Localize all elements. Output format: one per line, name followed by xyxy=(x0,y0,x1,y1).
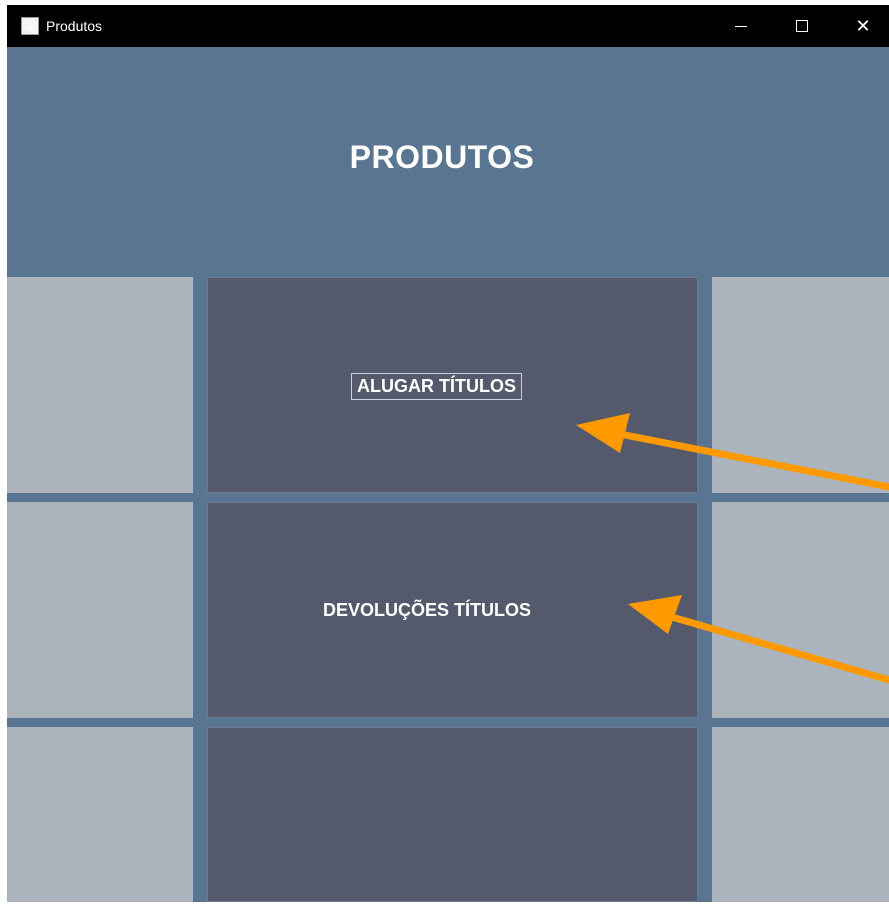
side-panel-left-2 xyxy=(7,502,193,718)
maximize-icon xyxy=(796,20,808,32)
close-button[interactable]: ✕ xyxy=(832,5,889,47)
window-title: Produtos xyxy=(46,18,103,34)
side-panel-right-3 xyxy=(712,727,889,902)
header-panel: PRODUTOS xyxy=(7,47,889,277)
minimize-button[interactable] xyxy=(710,5,772,47)
title-bar[interactable]: ☕ Produtos ✕ xyxy=(7,5,889,47)
close-icon: ✕ xyxy=(855,15,871,36)
empty-menu-button[interactable] xyxy=(207,727,698,902)
app-window: ☕ Produtos ✕ PRODUTOS ALUGAR TÍTULOS DEV… xyxy=(7,5,889,902)
devolucoes-titulos-button[interactable]: DEVOLUÇÕES TÍTULOS xyxy=(207,502,698,718)
side-panel-right-1 xyxy=(712,277,889,493)
alugar-titulos-button[interactable]: ALUGAR TÍTULOS xyxy=(207,277,698,493)
devolucoes-titulos-label: DEVOLUÇÕES TÍTULOS xyxy=(323,600,532,620)
side-panel-left-1 xyxy=(7,277,193,493)
minimize-icon xyxy=(735,25,747,27)
alugar-titulos-label: ALUGAR TÍTULOS xyxy=(351,373,522,400)
page-title: PRODUTOS xyxy=(349,139,535,175)
side-panel-right-2 xyxy=(712,502,889,718)
java-cup-icon: ☕ xyxy=(21,17,39,35)
maximize-button[interactable] xyxy=(771,5,833,47)
side-panel-left-3 xyxy=(7,727,193,902)
